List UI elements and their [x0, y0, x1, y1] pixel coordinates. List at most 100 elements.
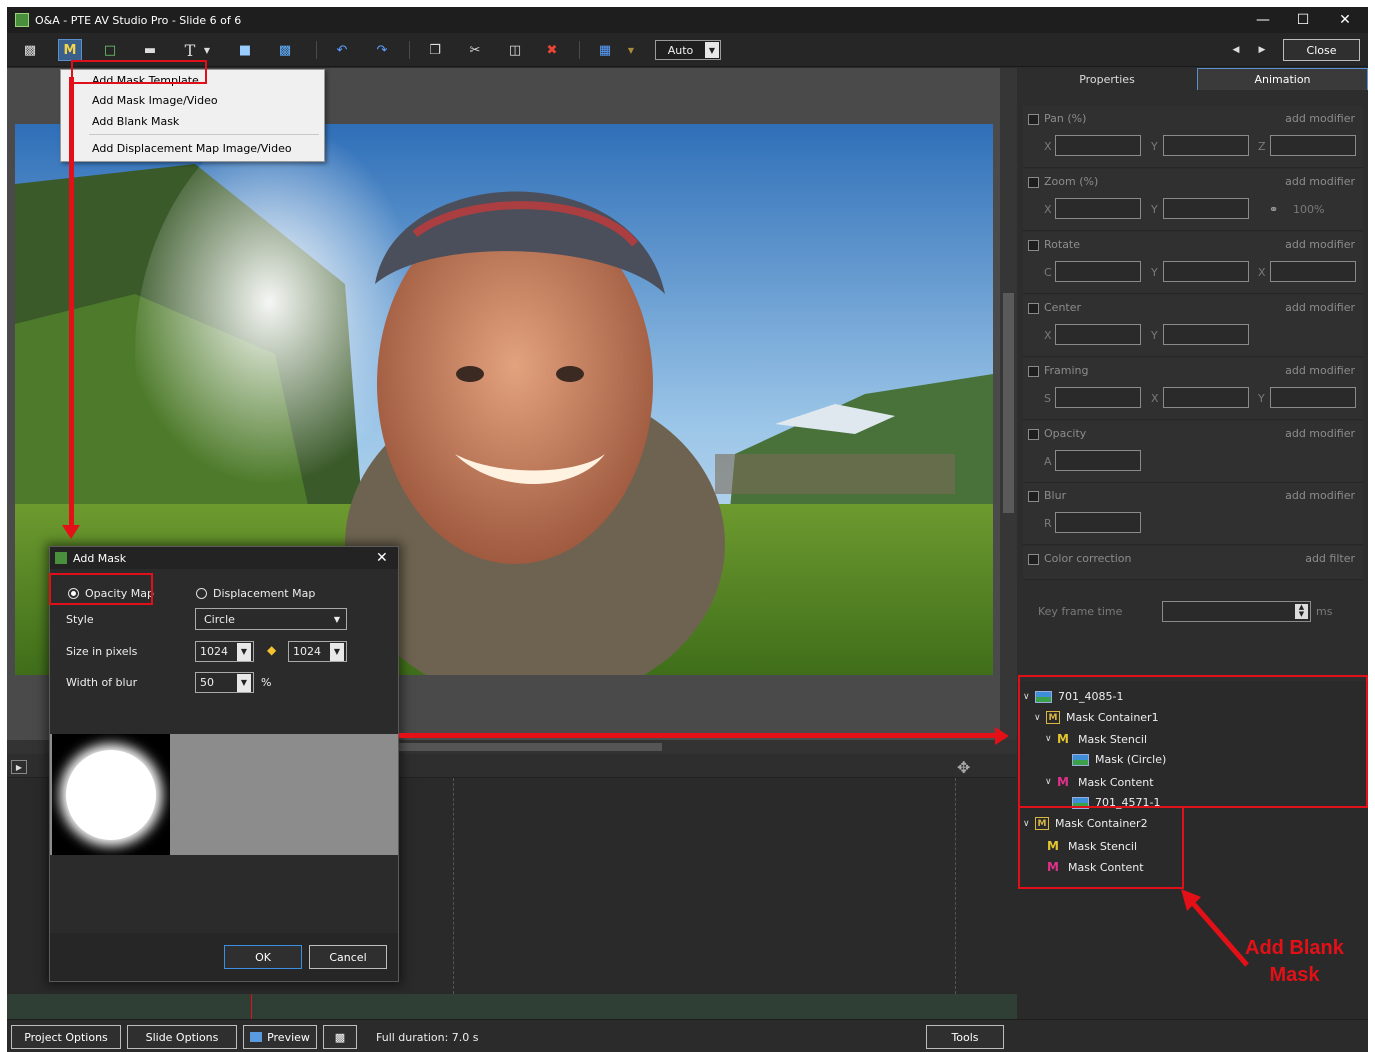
axis-label: X — [1044, 203, 1052, 216]
blur-label: Blur — [1044, 489, 1067, 502]
blur-add-modifier[interactable]: add modifier — [1285, 489, 1355, 502]
lock-icon[interactable]: ◆ — [267, 643, 276, 657]
image-icon[interactable]: ▩ — [273, 39, 297, 61]
app-icon — [55, 552, 67, 564]
rectangle-icon[interactable]: ■ — [233, 39, 257, 61]
frame-icon[interactable]: □ — [98, 39, 122, 61]
size-width-select[interactable]: 1024 ▼ — [195, 641, 254, 662]
rotate-c-field[interactable] — [1055, 261, 1141, 282]
undo-icon[interactable]: ↶ — [330, 39, 354, 61]
play-icon[interactable]: ▶ — [11, 760, 27, 774]
scroll-thumb[interactable] — [1003, 293, 1014, 513]
slide-options-button[interactable]: Slide Options — [127, 1025, 237, 1049]
text-icon[interactable]: T — [178, 39, 202, 61]
playhead[interactable] — [251, 994, 252, 1019]
menu-item-add-blank-mask[interactable]: Add Blank Mask — [92, 115, 179, 128]
rotate-checkbox[interactable] — [1028, 240, 1039, 251]
style-select[interactable]: Circle ▼ — [195, 608, 347, 630]
grid-icon[interactable]: ▦ — [593, 39, 617, 61]
key-frame-time-field[interactable]: ▲ ▼ — [1162, 601, 1311, 622]
link-icon[interactable]: ⚭ — [1269, 203, 1278, 216]
size-height-value: 1024 — [293, 645, 321, 658]
cancel-button[interactable]: Cancel — [309, 945, 387, 969]
minimize-button[interactable]: — — [1243, 7, 1283, 33]
grid-dropdown-icon[interactable]: ▼ — [624, 39, 638, 61]
pan-label: Pan (%) — [1044, 112, 1087, 125]
menu-item-add-displacement-map[interactable]: Add Displacement Map Image/Video — [92, 142, 292, 155]
framing-checkbox[interactable] — [1028, 366, 1039, 377]
tab-animation[interactable]: Animation — [1197, 68, 1368, 90]
opacity-label: Opacity — [1044, 427, 1087, 440]
menu-item-add-mask-image-video[interactable]: Add Mask Image/Video — [92, 94, 218, 107]
rotate-y-field[interactable] — [1163, 261, 1249, 282]
cut-icon[interactable]: ✂ — [463, 39, 487, 61]
move-icon[interactable]: ✥ — [957, 758, 979, 778]
framing-row: Framing add modifier S X Y — [1023, 358, 1363, 420]
rotate-row: Rotate add modifier C Y X — [1023, 232, 1363, 294]
copy-icon[interactable]: ❐ — [423, 39, 447, 61]
pan-z-field[interactable] — [1270, 135, 1356, 156]
chevron-down-icon: ▼ — [330, 642, 344, 661]
blur-r-field[interactable] — [1055, 512, 1141, 533]
ok-button[interactable]: OK — [224, 945, 302, 969]
framing-y-field[interactable] — [1270, 387, 1356, 408]
center-x-field[interactable] — [1055, 324, 1141, 345]
zoom-select[interactable]: Auto ▼ — [655, 40, 721, 60]
fullscreen-preview-button[interactable]: ▩ — [323, 1025, 357, 1049]
project-options-button[interactable]: Project Options — [11, 1025, 121, 1049]
close-icon[interactable]: ✕ — [376, 550, 388, 566]
maximize-button[interactable]: ☐ — [1283, 7, 1323, 33]
rotate-x-field[interactable] — [1270, 261, 1356, 282]
add-filter-link[interactable]: add filter — [1305, 552, 1355, 565]
framing-s-field[interactable] — [1055, 387, 1141, 408]
zoom-x-field[interactable] — [1055, 198, 1141, 219]
axis-label: X — [1151, 392, 1159, 405]
tab-properties[interactable]: Properties — [1017, 68, 1197, 90]
opacity-add-modifier[interactable]: add modifier — [1285, 427, 1355, 440]
window-close-button[interactable]: ✕ — [1325, 7, 1365, 33]
framing-add-modifier[interactable]: add modifier — [1285, 364, 1355, 377]
pan-add-modifier[interactable]: add modifier — [1285, 112, 1355, 125]
pan-y-field[interactable] — [1163, 135, 1249, 156]
camera-icon[interactable]: ▩ — [18, 39, 42, 61]
window-title: O&A - PTE AV Studio Pro - Slide 6 of 6 — [35, 13, 242, 27]
blur-width-select[interactable]: 50 ▼ — [195, 672, 254, 693]
center-add-modifier[interactable]: add modifier — [1285, 301, 1355, 314]
rotate-add-modifier[interactable]: add modifier — [1285, 238, 1355, 251]
zoom-y-field[interactable] — [1163, 198, 1249, 219]
pan-x-field[interactable] — [1055, 135, 1141, 156]
opacity-checkbox[interactable] — [1028, 429, 1039, 440]
video-icon[interactable]: ▬ — [138, 39, 162, 61]
prev-slide-icon[interactable]: ◀ — [1224, 39, 1248, 61]
blur-checkbox[interactable] — [1028, 491, 1039, 502]
add-mask-dialog: Add Mask ✕ Opacity Map Displacement Map … — [49, 546, 399, 982]
redo-icon[interactable]: ↷ — [370, 39, 394, 61]
text-dropdown-icon[interactable]: ▼ — [201, 39, 213, 61]
displacement-map-label[interactable]: Displacement Map — [213, 587, 315, 600]
next-slide-icon[interactable]: ▶ — [1250, 39, 1274, 61]
opacity-a-field[interactable] — [1055, 450, 1141, 471]
color-correction-label: Color correction — [1044, 552, 1132, 565]
center-checkbox[interactable] — [1028, 303, 1039, 314]
toolbar: ▩ M □ ▬ T ▼ ■ ▩ ↶ ↷ ❐ ✂ ◫ ✖ ▦ ▼ Auto ▼ ◀… — [7, 33, 1368, 67]
pan-checkbox[interactable] — [1028, 114, 1039, 125]
zoom-add-modifier[interactable]: add modifier — [1285, 175, 1355, 188]
audio-track[interactable] — [7, 994, 1017, 1019]
delete-icon[interactable]: ✖ — [540, 39, 564, 61]
preview-button[interactable]: Preview — [243, 1025, 317, 1049]
scroll-thumb[interactable] — [397, 743, 662, 751]
toolbar-separator — [316, 41, 317, 59]
mask-icon[interactable]: M — [58, 39, 82, 61]
close-button[interactable]: Close — [1283, 39, 1360, 61]
zoom-checkbox[interactable] — [1028, 177, 1039, 188]
size-height-select[interactable]: 1024 ▼ — [288, 641, 347, 662]
preview-vertical-scrollbar[interactable] — [1000, 68, 1017, 740]
axis-label: S — [1044, 392, 1051, 405]
framing-x-field[interactable] — [1163, 387, 1249, 408]
displacement-map-radio[interactable] — [196, 588, 207, 599]
color-correction-checkbox[interactable] — [1028, 554, 1039, 565]
spinner-icon[interactable]: ▲ ▼ — [1295, 604, 1308, 619]
paste-icon[interactable]: ◫ — [503, 39, 527, 61]
center-y-field[interactable] — [1163, 324, 1249, 345]
tools-button[interactable]: Tools — [926, 1025, 1004, 1049]
